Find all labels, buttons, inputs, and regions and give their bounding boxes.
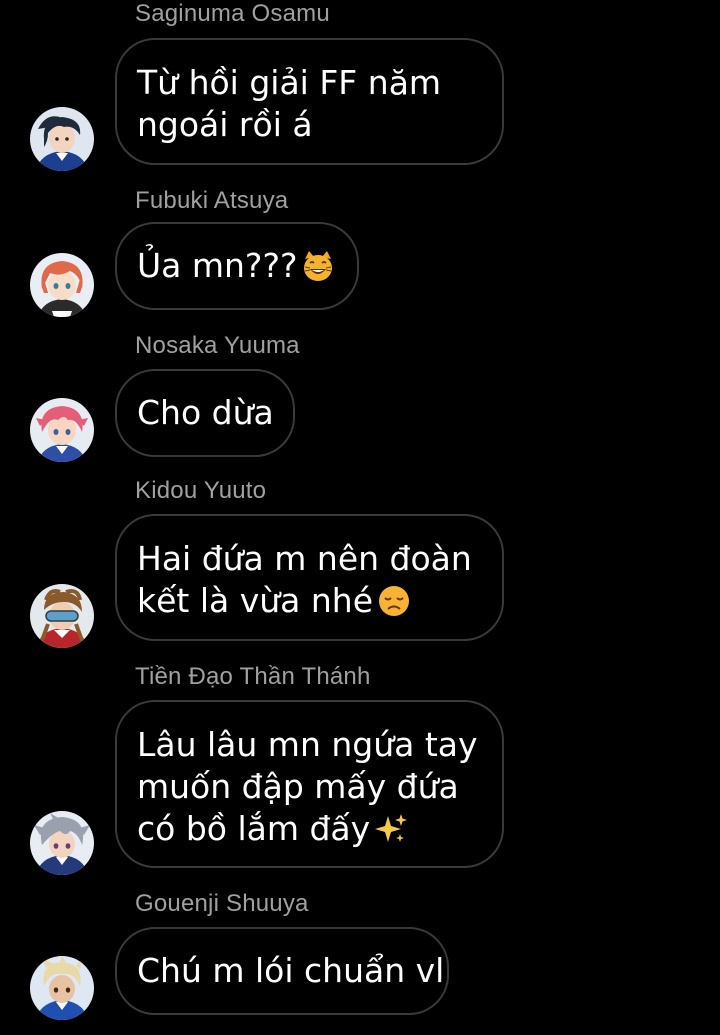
message-text: Cho dừa	[137, 393, 274, 432]
message-text: ngoái rồi á	[137, 105, 313, 144]
message-text: Hai đứa m nên đoàn	[137, 539, 472, 578]
message-bubble[interactable]: Từ hồi giải FF năm ngoái rồi á	[115, 38, 504, 165]
avatar-goggles-icon	[30, 584, 94, 648]
sender-name: Tiền Đạo Thần Thánh	[135, 663, 371, 690]
avatar-silver-hair-icon	[30, 811, 94, 875]
message-text: Chú m lói chuẩn vl	[137, 951, 445, 990]
smiling-cat-emoji	[301, 249, 335, 283]
avatar[interactable]	[30, 253, 94, 317]
message-text: muốn đập mấy đứa	[137, 767, 459, 806]
message-bubble[interactable]: Chú m lói chuẩn vl	[115, 927, 449, 1015]
avatar[interactable]	[30, 398, 94, 462]
message-bubble[interactable]: Ủa mn???	[115, 222, 359, 310]
avatar-blond-hair-icon	[30, 956, 94, 1020]
message-text: kết là vừa nhé	[137, 581, 374, 620]
sender-name: Saginuma Osamu	[135, 0, 330, 27]
disappointed-face-emoji	[377, 584, 411, 618]
sender-name: Nosaka Yuuma	[135, 332, 300, 359]
sender-name: Fubuki Atsuya	[135, 187, 289, 214]
avatar[interactable]	[30, 811, 94, 875]
avatar[interactable]	[30, 107, 94, 171]
avatar-pink-hair-icon	[30, 398, 94, 462]
message-bubble[interactable]: Cho dừa	[115, 369, 295, 457]
message-text: Lâu lâu mn ngứa tay	[137, 725, 478, 764]
sender-name: Gouenji Shuuya	[135, 890, 309, 917]
message-text: Từ hồi giải FF năm	[137, 63, 442, 102]
avatar[interactable]	[30, 584, 94, 648]
avatar[interactable]	[30, 956, 94, 1020]
sender-name: Kidou Yuuto	[135, 477, 267, 504]
avatar-dark-hair-icon	[30, 107, 94, 171]
sparkles-emoji	[374, 812, 408, 846]
message-text: có bồ lắm đấy	[137, 809, 371, 848]
message-text: Ủa mn???	[137, 246, 298, 285]
avatar-orange-hair-icon	[30, 253, 94, 317]
message-bubble[interactable]: Hai đứa m nên đoàn kết là vừa nhé	[115, 514, 504, 641]
message-bubble[interactable]: Lâu lâu mn ngứa tay muốn đập mấy đứa có …	[115, 700, 504, 868]
